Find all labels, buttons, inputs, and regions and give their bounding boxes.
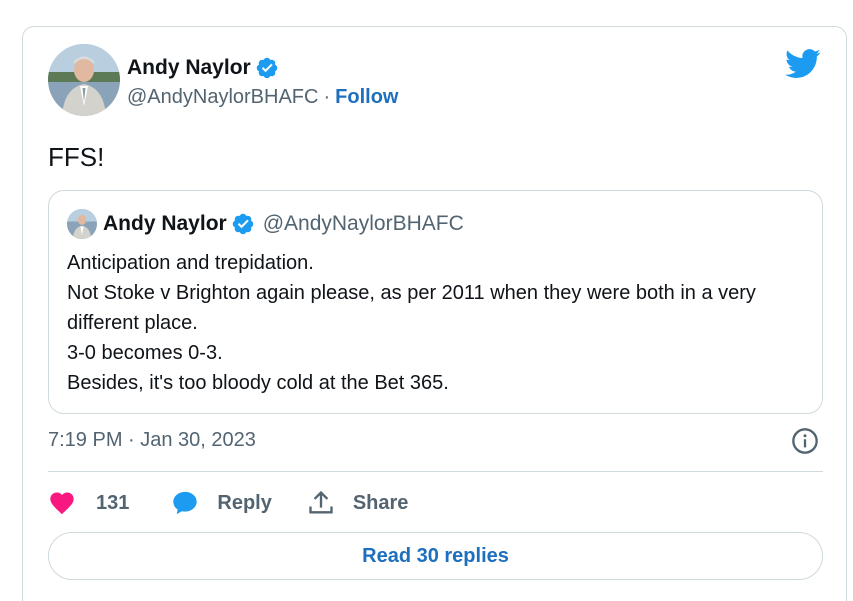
reply-button[interactable]: Reply	[171, 489, 272, 517]
share-label: Share	[352, 491, 409, 514]
follow-button[interactable]: Follow	[335, 86, 398, 109]
quoted-author-name: Andy Naylor	[103, 212, 227, 235]
author-handle[interactable]: @AndyNaylorBHAFC	[127, 86, 318, 109]
verified-badge-icon	[256, 57, 277, 79]
read-replies-button[interactable]: Read 30 replies	[48, 532, 823, 580]
quoted-author-avatar	[67, 209, 97, 239]
info-icon[interactable]	[791, 427, 819, 455]
quoted-tweet-line: 3-0 becomes 0-3.	[67, 342, 223, 364]
quoted-tweet-header: Andy Naylor @AndyNaylorBHAFC	[67, 209, 464, 239]
author-avatar[interactable]	[48, 44, 120, 116]
tweet-text: FFS!	[48, 142, 105, 172]
separator-dot: ·	[323, 86, 331, 108]
tweet-card: Andy Naylor @AndyNaylorBHAFC · Follow FF…	[22, 26, 847, 601]
quoted-tweet[interactable]: Andy Naylor @AndyNaylorBHAFC Anticipatio…	[48, 190, 823, 414]
author-name[interactable]: Andy Naylor	[127, 56, 251, 80]
tweet-timestamp[interactable]: 7:19 PM · Jan 30, 2023	[48, 429, 256, 452]
quoted-tweet-line: Anticipation and trepidation.	[67, 252, 314, 274]
quoted-tweet-line: Not Stoke v Brighton again please, as pe…	[67, 282, 756, 334]
author-name-row: Andy Naylor	[127, 56, 279, 80]
heart-icon	[50, 492, 74, 515]
like-button[interactable]: 131	[48, 489, 129, 517]
share-button[interactable]: Share	[307, 489, 409, 517]
twitter-bird-icon[interactable]	[785, 49, 821, 79]
like-count: 131	[96, 491, 130, 514]
quoted-tweet-line: Besides, it's too bloody cold at the Bet…	[67, 372, 449, 394]
reply-label: Reply	[217, 491, 272, 514]
quoted-author-handle: @AndyNaylorBHAFC	[262, 212, 464, 235]
share-icon	[309, 490, 333, 514]
verified-badge-icon	[232, 213, 253, 235]
reply-bubble-icon	[173, 491, 198, 515]
action-bar: 131 Reply Share	[48, 487, 408, 519]
author-handle-row: @AndyNaylorBHAFC · Follow	[127, 86, 398, 109]
divider	[48, 471, 823, 472]
quoted-tweet-body: Anticipation and trepidation. Not Stoke …	[67, 248, 804, 398]
